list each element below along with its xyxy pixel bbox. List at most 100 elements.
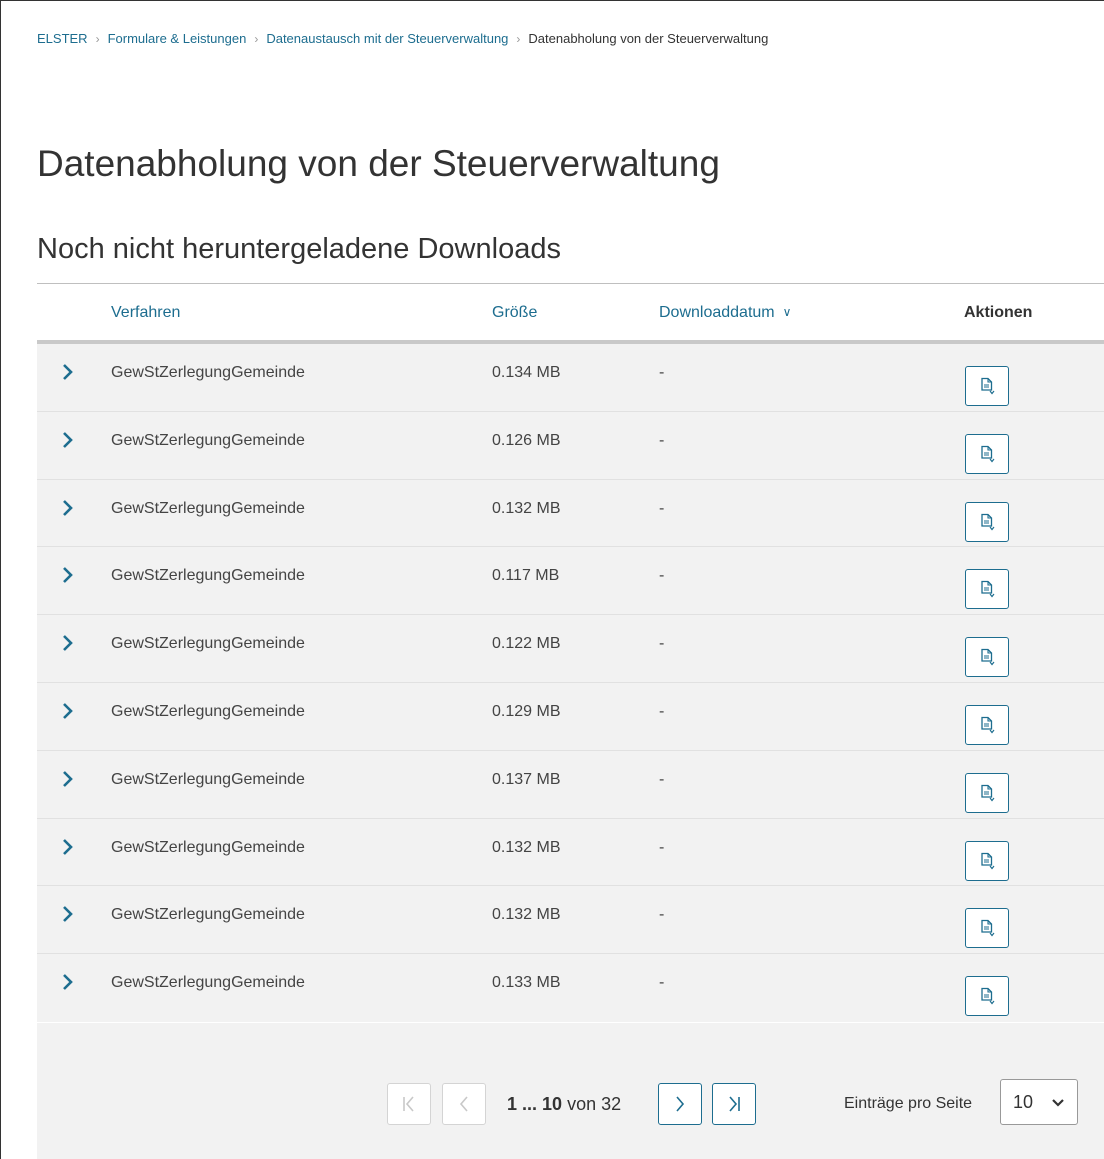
expand-row-button[interactable]: [57, 633, 77, 653]
section-title: Noch nicht heruntergeladene Downloads: [37, 233, 561, 265]
last-page-button[interactable]: [712, 1083, 756, 1125]
cell-verfahren: GewStZerlegungGemeinde: [111, 364, 305, 381]
cell-verfahren: GewStZerlegungGemeinde: [111, 499, 305, 517]
cell-verfahren: GewStZerlegungGemeinde: [111, 635, 305, 653]
next-page-button[interactable]: [658, 1083, 702, 1125]
cell-groesse: 0.126 MB: [492, 431, 561, 449]
file-download-icon: [981, 445, 995, 463]
chevron-right-icon: ›: [95, 31, 100, 46]
cell-groesse: 0.117 MB: [492, 567, 560, 585]
file-download-icon: [981, 513, 995, 531]
cell-verfahren: GewStZerlegungGemeinde: [111, 770, 305, 788]
download-button[interactable]: [965, 772, 1009, 813]
file-download-icon: [981, 988, 995, 1005]
cell-groesse: 0.133 MB: [492, 974, 561, 992]
per-page-select[interactable]: 10: [1000, 1079, 1078, 1125]
chevron-right-icon: [63, 906, 73, 923]
cell-downloaddatum: -: [659, 431, 665, 449]
expand-row-button[interactable]: [57, 769, 77, 789]
file-download-icon: [981, 784, 995, 802]
cell-downloaddatum: -: [659, 567, 665, 585]
cell-downloaddatum: -: [659, 770, 665, 788]
breadcrumb-link-elster[interactable]: ELSTER: [37, 31, 88, 46]
last-page-icon: [729, 1096, 740, 1112]
sort-descending-icon: ∨: [782, 305, 792, 319]
cell-verfahren: GewStZerlegungGemeinde: [111, 567, 305, 585]
cell-verfahren: GewStZerlegungGemeinde: [111, 974, 305, 992]
table-row: GewStZerlegungGemeinde 0.126 MB -: [37, 412, 1104, 480]
column-header-downloaddatum[interactable]: Downloaddatum ∨: [659, 304, 791, 322]
cell-verfahren: GewStZerlegungGemeinde: [111, 906, 305, 924]
per-page-label: Einträge pro Seite: [844, 1095, 973, 1112]
breadcrumb-link-formulare[interactable]: Formulare & Leistungen: [108, 31, 247, 46]
cell-groesse: 0.137 MB: [492, 770, 561, 788]
cell-verfahren: GewStZerlegungGemeinde: [111, 838, 305, 856]
download-button[interactable]: [965, 433, 1009, 474]
expand-row-button[interactable]: [57, 362, 77, 382]
table-row: GewStZerlegungGemeinde 0.129 MB -: [37, 683, 1104, 751]
file-download-icon: [981, 581, 995, 598]
expand-row-button[interactable]: [57, 972, 77, 992]
cell-downloaddatum: -: [659, 838, 665, 856]
download-button[interactable]: [965, 704, 1009, 745]
cell-downloaddatum: -: [659, 499, 665, 517]
column-header-verfahren[interactable]: Verfahren: [111, 304, 180, 322]
chevron-right-icon: [63, 770, 73, 787]
download-button[interactable]: [965, 976, 1009, 1017]
download-button[interactable]: [965, 501, 1009, 542]
table-row: GewStZerlegungGemeinde 0.132 MB -: [37, 886, 1104, 955]
downloads-table: Verfahren Größe Downloaddatum ∨ Aktionen …: [37, 284, 1104, 1022]
first-page-button[interactable]: [387, 1083, 431, 1125]
table-row: GewStZerlegungGemeinde 0.133 MB -: [37, 954, 1104, 1022]
cell-downloaddatum: -: [659, 635, 665, 653]
cell-groesse: 0.129 MB: [492, 702, 561, 720]
chevron-right-icon: ›: [254, 31, 259, 46]
expand-row-button[interactable]: [57, 904, 77, 924]
expand-row-button[interactable]: [57, 498, 77, 518]
cell-groesse: 0.132 MB: [492, 906, 561, 924]
download-button[interactable]: [965, 569, 1009, 610]
cell-downloaddatum: -: [659, 906, 665, 924]
cell-downloaddatum: -: [659, 364, 665, 381]
table-body: GewStZerlegungGemeinde 0.134 MB - GewStZ…: [37, 344, 1104, 1022]
column-header-groesse[interactable]: Größe: [492, 304, 537, 322]
chevron-left-icon: [459, 1096, 468, 1112]
file-download-icon: [981, 649, 995, 666]
download-button[interactable]: [965, 637, 1009, 678]
chevron-right-icon: ›: [516, 31, 521, 46]
download-button[interactable]: [965, 840, 1009, 881]
download-button[interactable]: [965, 366, 1009, 406]
table-row: GewStZerlegungGemeinde 0.134 MB -: [37, 344, 1104, 412]
cell-groesse: 0.132 MB: [492, 499, 561, 517]
expand-row-button[interactable]: [57, 837, 77, 857]
expand-row-button[interactable]: [57, 430, 77, 450]
cell-groesse: 0.122 MB: [492, 635, 561, 653]
file-download-icon: [981, 716, 995, 734]
expand-row-button[interactable]: [57, 565, 77, 585]
breadcrumb-link-datenaustausch[interactable]: Datenaustausch mit der Steuerverwaltung: [266, 31, 508, 46]
page-range-current: 1 ... 10: [507, 1094, 563, 1114]
chevron-right-icon: [63, 499, 73, 516]
chevron-right-icon: [63, 567, 73, 584]
chevron-right-icon: [63, 635, 73, 652]
chevron-right-icon: [63, 974, 73, 991]
table-row: GewStZerlegungGemeinde 0.132 MB -: [37, 819, 1104, 887]
table-header: Verfahren Größe Downloaddatum ∨ Aktionen: [37, 284, 1104, 344]
cell-verfahren: GewStZerlegungGemeinde: [111, 702, 305, 720]
breadcrumb: ELSTER › Formulare & Leistungen › Datena…: [37, 31, 768, 46]
page-range: 1 ... 10 von 32: [507, 1094, 621, 1115]
chevron-right-icon: [63, 431, 73, 448]
table-row: GewStZerlegungGemeinde 0.122 MB -: [37, 615, 1104, 683]
page-range-von: von: [567, 1094, 597, 1114]
chevron-right-icon: [676, 1096, 685, 1112]
download-button[interactable]: [965, 908, 1009, 949]
cell-groesse: 0.134 MB: [492, 364, 561, 381]
per-page-value: 10: [1013, 1091, 1034, 1112]
chevron-right-icon: [63, 703, 73, 719]
table-row: GewStZerlegungGemeinde 0.132 MB -: [37, 480, 1104, 548]
cell-downloaddatum: -: [659, 974, 665, 992]
previous-page-button[interactable]: [442, 1083, 486, 1125]
chevron-down-icon: [1052, 1099, 1064, 1107]
page-range-total: 32: [601, 1094, 622, 1114]
expand-row-button[interactable]: [57, 701, 77, 721]
